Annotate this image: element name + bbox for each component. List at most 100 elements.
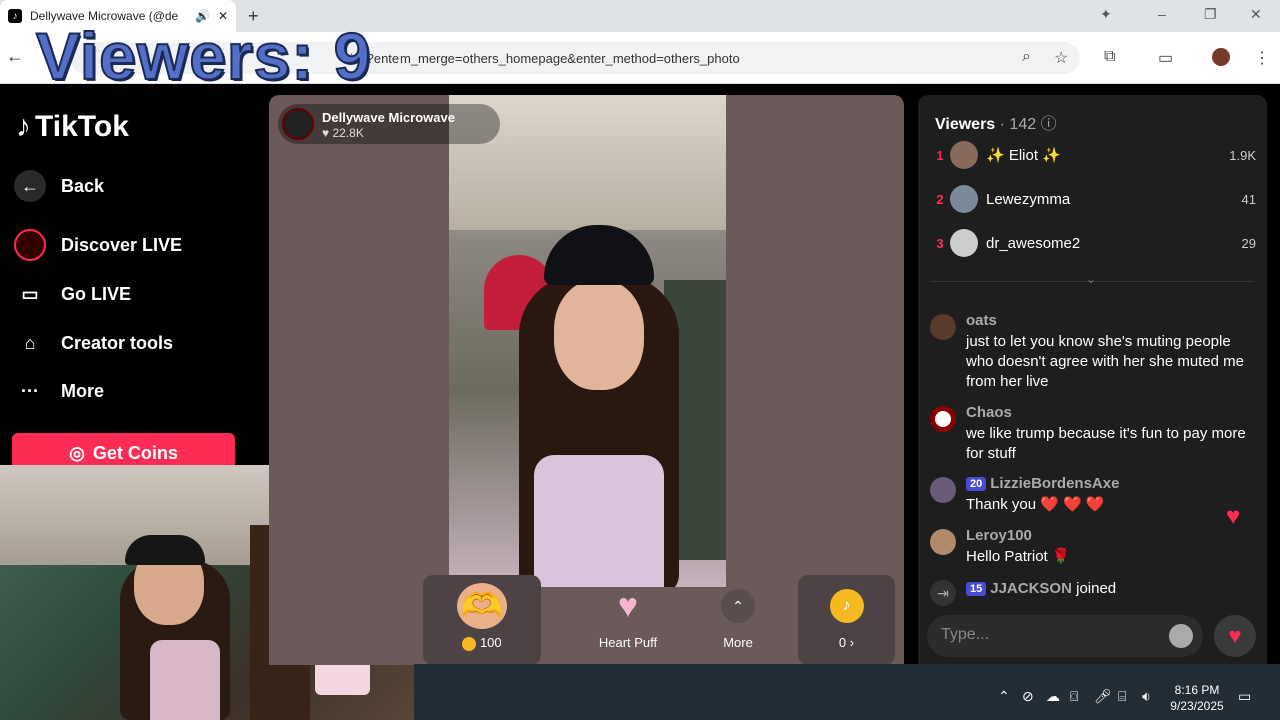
extensions-icon[interactable]: ⧉: [1104, 48, 1115, 66]
wifi-icon[interactable]: ⌸: [1118, 688, 1126, 705]
chat-username-row[interactable]: 20 LizzieBordensAxe: [966, 475, 1119, 492]
avatar[interactable]: [930, 314, 956, 340]
profile-avatar[interactable]: [1212, 48, 1230, 66]
viewer-rank: 2: [936, 191, 944, 207]
join-line: 15 JJACKSON joined: [966, 580, 1116, 597]
heart-puff-icon: ♥: [617, 586, 639, 625]
top-viewer-row[interactable]: 2 Lewezymma 41: [930, 182, 1256, 216]
creator-tools-icon: ⌂: [24, 332, 36, 353]
logo-text: TikTok: [35, 110, 129, 143]
live-avatar-icon: [14, 229, 46, 261]
chat-text: Thank you ❤️ ❤️ ❤️: [966, 496, 1105, 513]
camera-icon: ▭: [21, 283, 39, 304]
browser-back-icon[interactable]: ←: [6, 46, 24, 67]
nav-golive-label: Go LIVE: [61, 283, 132, 304]
chat-input[interactable]: Type...: [927, 615, 1203, 657]
help-icon[interactable]: ⓘ: [1041, 116, 1057, 133]
chat-username[interactable]: Leroy100: [966, 527, 1032, 544]
chat-username[interactable]: Chaos: [966, 404, 1012, 421]
emoji-icon[interactable]: [1169, 624, 1193, 648]
tiktok-logo[interactable]: ♪ TikTok: [16, 110, 129, 144]
chat-input-placeholder: Type...: [941, 626, 990, 643]
sparkle-icon[interactable]: ✦: [1100, 6, 1112, 23]
tiktok-favicon-icon: ♪: [8, 9, 22, 23]
close-window-button[interactable]: ✕: [1250, 6, 1262, 23]
like-heart-button[interactable]: ♥: [1214, 615, 1256, 657]
chevron-up-icon: ⌃: [721, 589, 755, 623]
webcam-person-hat: [125, 535, 205, 565]
nav-more[interactable]: ··· More: [14, 371, 244, 411]
chat-message: Chaos we like trump because it's fun to …: [930, 404, 1250, 464]
join-action: joined: [1076, 580, 1117, 597]
join-username[interactable]: JJACKSON: [990, 580, 1072, 597]
viewer-score: 1.9K: [1229, 147, 1256, 163]
clock-time: 8:16 PM: [1174, 683, 1220, 697]
video-person-top: [534, 455, 664, 587]
host-likes: ♥ 22.8K: [322, 126, 364, 140]
nav-back[interactable]: ← Back: [14, 166, 244, 206]
more-dots-icon: ···: [21, 380, 39, 401]
chat-text: Hello Patriot 🌹: [966, 548, 1071, 565]
cloud-icon[interactable]: ☁: [1046, 688, 1060, 705]
coin-balance-label: 0 ›: [838, 635, 855, 650]
chat-username: LizzieBordensAxe: [990, 475, 1120, 492]
viewer-score: 41: [1241, 191, 1256, 207]
address-text: m_merge=others_homepage&enter_method=oth…: [400, 51, 740, 66]
nav-more-label: More: [61, 380, 105, 401]
top-viewer-row[interactable]: 1 ✨ Eliot ✨ 1.9K: [930, 138, 1256, 172]
arrow-left-icon: ←: [14, 170, 46, 202]
top-viewer-row[interactable]: 3 dr_awesome2 29: [930, 226, 1256, 260]
floating-heart-icon: ♥: [1226, 503, 1241, 530]
clock-date: 9/23/2025: [1170, 699, 1224, 713]
chat-message: oats just to let you know she's muting p…: [930, 312, 1250, 392]
enter-icon: ⇥: [930, 580, 956, 606]
gift-more[interactable]: ⌃ More: [700, 575, 776, 665]
bookmark-star-icon[interactable]: ☆: [1054, 48, 1068, 68]
network-off-icon[interactable]: ⊘: [1022, 688, 1034, 705]
gift-heart-puff[interactable]: ♥ Heart Puff: [560, 575, 696, 665]
viewer-name: Lewezymma: [986, 190, 1071, 208]
video-person-hat: [544, 225, 654, 285]
level-badge: 15: [966, 582, 987, 597]
coin-balance[interactable]: ♪ 0 ›: [798, 575, 895, 665]
tiktok-note-icon: ♪: [16, 110, 31, 143]
nav-creator-label: Creator tools: [61, 332, 174, 353]
zoom-icon[interactable]: ⌕: [1022, 48, 1031, 66]
avatar[interactable]: [930, 406, 956, 432]
taskbar-clock[interactable]: 8:16 PM 9/23/2025: [1165, 682, 1229, 714]
viewer-rank: 1: [936, 147, 944, 163]
nav-back-label: Back: [61, 175, 105, 196]
tray-chevron-icon[interactable]: ⌃: [998, 688, 1010, 705]
nav-creator-tools[interactable]: ⌂ Creator tools: [14, 323, 244, 363]
host-avatar[interactable]: [282, 108, 314, 140]
chevron-down-icon[interactable]: ⌄: [1086, 272, 1096, 286]
webcam-person-top: [150, 640, 220, 720]
avatar[interactable]: [930, 477, 956, 503]
avatar[interactable]: [930, 529, 956, 555]
viewers-title: Viewers: [935, 116, 996, 133]
notifications-icon[interactable]: ▭: [1238, 688, 1251, 705]
chat-message: Leroy100 Hello Patriot 🌹: [930, 527, 1250, 571]
live-video[interactable]: [449, 95, 726, 587]
avatar: [950, 229, 978, 257]
viewer-name: ✨ Eliot ✨: [986, 147, 1061, 164]
chat-text: we like trump because it's fun to pay mo…: [966, 425, 1246, 462]
viewers-header[interactable]: Viewers · 142 ⓘ: [935, 110, 1057, 134]
chat-message: 20 LizzieBordensAxe Thank you ❤️ ❤️ ❤️: [930, 475, 1250, 519]
nav-go-live[interactable]: ▭ Go LIVE: [14, 274, 244, 314]
coin-icon: ◎: [69, 442, 85, 463]
volume-icon[interactable]: 🔉︎: [1142, 688, 1151, 705]
usb-icon[interactable]: ⌼: [1070, 688, 1078, 705]
microphone-icon[interactable]: 🎤︎: [1094, 688, 1112, 705]
viewers-overlay: Viewers: 9: [35, 18, 372, 94]
nav-discover-live[interactable]: Discover LIVE: [14, 225, 244, 265]
restore-button[interactable]: ❐: [1204, 6, 1217, 23]
viewers-count: · 142: [999, 116, 1037, 133]
gift-heart-hands[interactable]: 🫶 100: [423, 575, 541, 665]
get-coins-label: Get Coins: [92, 442, 178, 463]
chat-username[interactable]: oats: [966, 312, 997, 329]
host-name[interactable]: Dellywave Microwave: [322, 110, 455, 125]
cast-icon[interactable]: ▭: [1158, 48, 1173, 68]
minimize-button[interactable]: –: [1158, 6, 1166, 22]
menu-icon[interactable]: ⋮: [1254, 48, 1270, 68]
